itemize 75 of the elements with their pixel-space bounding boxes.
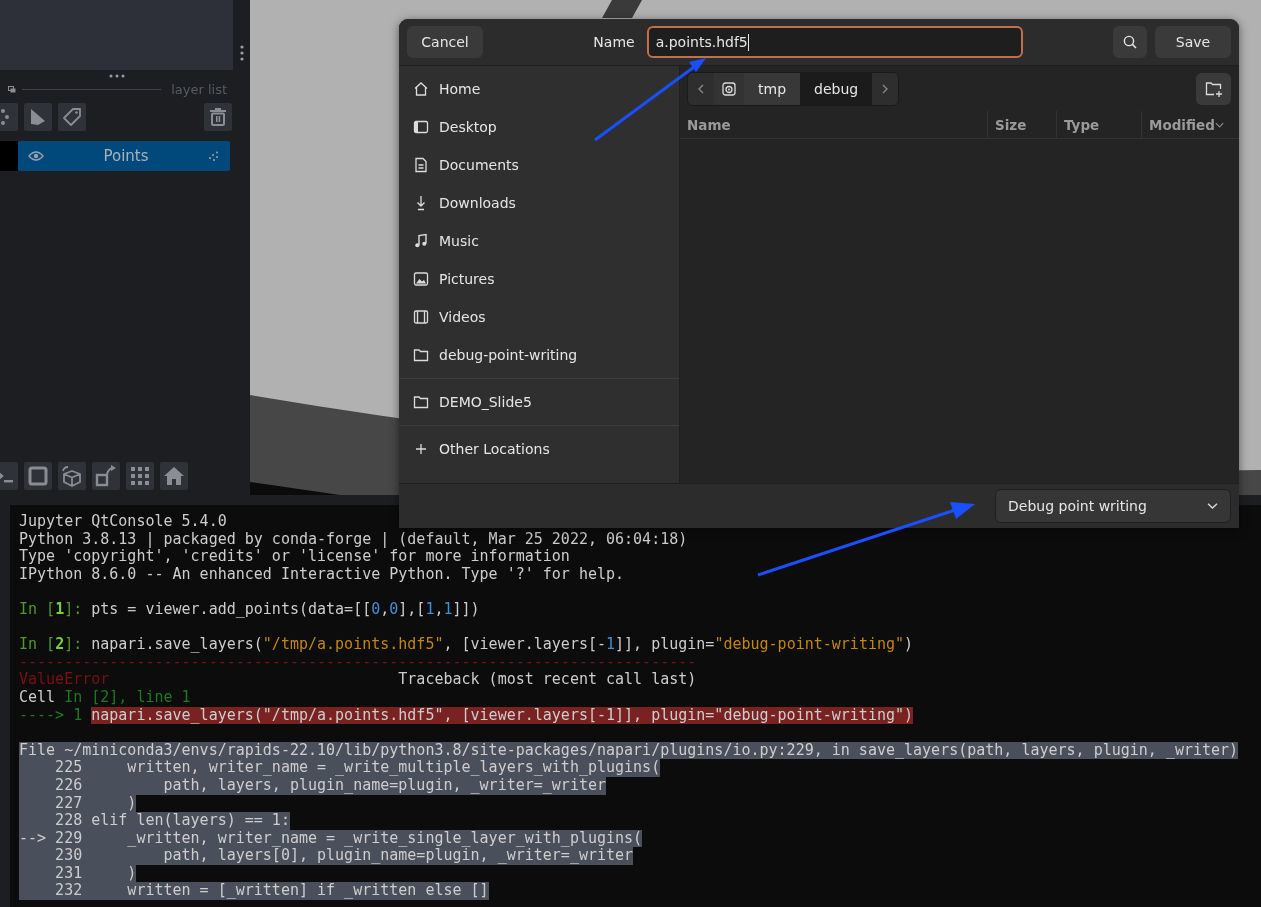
folder-icon [413,347,429,363]
monitor-icon [413,119,429,135]
place-item[interactable]: Videos [399,298,679,336]
undock-icon[interactable] [8,85,16,93]
path-segment[interactable]: tmp [744,73,800,105]
place-item[interactable]: Downloads [399,184,679,222]
console-line: In [2]: napari.save_layers("/tmp/a.points.hdf5", [viewer.layers[-1]], plugin="debug-point-writing") [19,636,914,654]
plus-icon [413,441,429,457]
home-icon [413,81,429,97]
splitter-handle-icon[interactable] [239,45,244,61]
chevron-left-icon [698,84,704,94]
folder-plus-icon [1204,81,1223,97]
console-line: In [1]: pts = viewer.add_points(data=[[0,0],[1,1]]) [19,600,480,619]
drive-segment[interactable] [714,73,744,105]
chevron-down-icon [1207,503,1218,509]
console-line: IPython 8.6.0 -- An enhanced Interactive Python. Type '?' for help. [19,565,625,584]
cube-icon [61,465,83,487]
save-button[interactable]: Save [1155,26,1231,58]
search-button[interactable] [1113,26,1147,58]
console-line: Cell In [2], line 1 [19,688,191,707]
document-icon [413,157,429,173]
column-header[interactable]: Name [680,111,988,138]
delete-layer-button[interactable] [204,103,232,131]
transpose-button[interactable] [92,462,120,490]
name-label: Name [593,34,635,50]
home-button[interactable] [160,462,188,490]
disk-icon [722,82,736,96]
column-header[interactable]: Size [988,111,1057,138]
eye-icon[interactable] [28,151,44,161]
path-segment[interactable]: debug [800,73,873,105]
filename-field[interactable]: a.points.hdf5 [646,26,1023,58]
new-labels-button[interactable] [58,103,86,131]
place-item[interactable]: Other Locations [399,430,679,468]
display-toggle-button[interactable] [24,462,52,490]
folder-icon [413,394,429,410]
place-item[interactable]: Music [399,222,679,260]
layer-name: Points [102,147,150,165]
cancel-button[interactable]: Cancel [407,26,483,58]
column-header[interactable]: Type [1057,111,1142,138]
music-note-icon [413,233,429,249]
console-line: Type 'copyright', 'credits' or 'license' for more information [19,548,570,566]
trash-icon [210,108,226,126]
search-icon [1123,35,1137,49]
column-header[interactable]: Modified [1142,111,1232,138]
tag-icon [62,107,82,127]
rotate-square-icon [95,465,117,487]
place-item[interactable]: debug-point-writing [399,336,679,374]
console-line: ----> 1 napari.save_layers("/tmp/a.points.hdf5", [viewer.layers[-1]], plugin="debug-point-writing") [19,706,914,725]
new-shapes-button[interactable] [24,103,52,131]
home-icon [163,466,185,486]
panel-title: layer list [171,81,227,97]
place-item[interactable]: Desktop [399,108,679,146]
console-line: Python 3.8.13 | packaged by conda-forge | (default, Mar 25 2022, 06:04:18) [19,530,688,549]
drag-handle-icon[interactable] [108,74,125,78]
filter-dropdown[interactable]: Debug point writing [995,489,1231,523]
console-line: Jupyter QtConsole 5.4.0 [19,513,227,531]
grid-button[interactable] [126,462,154,490]
new-folder-button[interactable] [1196,73,1231,105]
layer-thumbnail [0,141,18,171]
place-item[interactable]: Pictures [399,260,679,298]
layer-item[interactable]: Points [18,141,230,171]
place-item[interactable]: Documents [399,146,679,184]
console-line: ValueError Traceback (most recent call last) [19,671,697,689]
roll-dims-button[interactable] [58,462,86,490]
grid-icon [130,466,150,486]
place-item[interactable]: DEMO_Slide5 [399,383,679,421]
image-icon [413,271,429,287]
chevron-right-icon [882,84,889,94]
film-icon [413,309,429,325]
dots-icon [208,151,220,161]
place-item[interactable]: Home [399,70,679,108]
console-line: --------------------------------------------------------------------------- [19,653,697,672]
square-icon [28,466,48,486]
polygon-icon [29,108,47,126]
chevron-down-icon [1214,121,1224,128]
